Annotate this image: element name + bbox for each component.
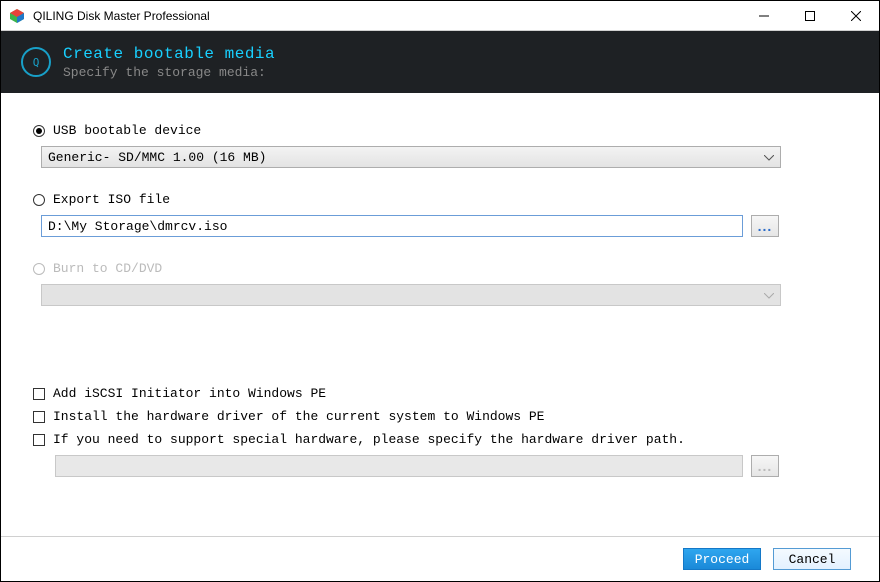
checkbox-special[interactable]: [33, 434, 45, 446]
app-icon: [9, 8, 25, 24]
checkbox-hwdriver-row: Install the hardware driver of the curre…: [33, 409, 847, 424]
maximize-button[interactable]: [787, 1, 833, 31]
cddvd-device-dropdown: [41, 284, 781, 306]
checkbox-special-label[interactable]: If you need to support special hardware,…: [53, 432, 685, 447]
checkbox-hwdriver-label[interactable]: Install the hardware driver of the curre…: [53, 409, 544, 424]
option-cddvd-label: Burn to CD/DVD: [53, 261, 162, 276]
checkbox-hwdriver[interactable]: [33, 411, 45, 423]
checkbox-iscsi[interactable]: [33, 388, 45, 400]
title-bar: QILING Disk Master Professional: [1, 1, 879, 31]
driver-path-input: [55, 455, 743, 477]
window-title: QILING Disk Master Professional: [33, 9, 741, 23]
page-subtitle: Specify the storage media:: [63, 65, 275, 80]
iso-path-input[interactable]: D:\My Storage\dmrcv.iso: [41, 215, 743, 237]
usb-device-value: Generic- SD/MMC 1.00 (16 MB): [48, 150, 266, 165]
usb-device-dropdown[interactable]: Generic- SD/MMC 1.00 (16 MB): [41, 146, 781, 168]
content-area: USB bootable device Generic- SD/MMC 1.00…: [1, 93, 879, 536]
option-iso-label[interactable]: Export ISO file: [53, 192, 170, 207]
chevron-down-icon: [764, 288, 774, 303]
page-header: Q Create bootable media Specify the stor…: [1, 31, 879, 93]
option-usb-label[interactable]: USB bootable device: [53, 123, 201, 138]
option-usb-row: USB bootable device: [33, 123, 847, 138]
iso-browse-button[interactable]: ...: [751, 215, 779, 237]
minimize-button[interactable]: [741, 1, 787, 31]
driver-path-browse-button: ...: [751, 455, 779, 477]
checkbox-iscsi-row: Add iSCSI Initiator into Windows PE: [33, 386, 847, 401]
cancel-button[interactable]: Cancel: [773, 548, 851, 570]
brand-logo-icon: Q: [21, 47, 51, 77]
close-button[interactable]: [833, 1, 879, 31]
option-cddvd-row: Burn to CD/DVD: [33, 261, 847, 276]
radio-iso[interactable]: [33, 194, 45, 206]
option-iso-row: Export ISO file: [33, 192, 847, 207]
proceed-button[interactable]: Proceed: [683, 548, 761, 570]
chevron-down-icon: [764, 150, 774, 165]
checkbox-special-row: If you need to support special hardware,…: [33, 432, 847, 447]
page-title: Create bootable media: [63, 45, 275, 63]
iso-path-value: D:\My Storage\dmrcv.iso: [48, 219, 227, 234]
footer-bar: Proceed Cancel: [1, 536, 879, 581]
radio-usb[interactable]: [33, 125, 45, 137]
checkbox-iscsi-label[interactable]: Add iSCSI Initiator into Windows PE: [53, 386, 326, 401]
radio-cddvd: [33, 263, 45, 275]
